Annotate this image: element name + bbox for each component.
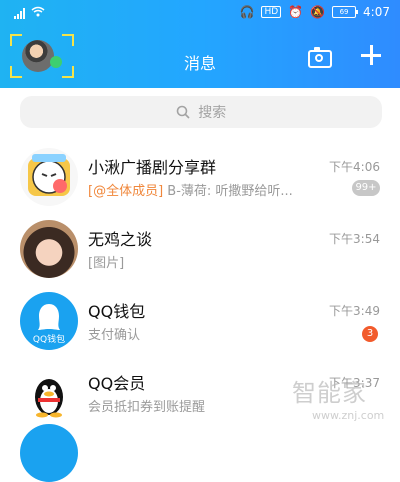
conversation-preview: 会员抵扣券到账提醒 xyxy=(88,400,206,415)
conversation-name: 小湫广播剧分享群 xyxy=(88,158,217,177)
page-title: 消息 xyxy=(183,54,216,73)
status-time: 4:07 xyxy=(363,5,390,19)
top-header: 🎧 HD ⏰ 🔕 69 4:07 消息 xyxy=(0,0,400,88)
conversation-name: QQ钱包 xyxy=(88,302,146,321)
preview-text: B-薄荷: 听撒野给听... xyxy=(163,184,293,199)
watermark-url: www.znj.com xyxy=(312,409,385,422)
search-placeholder: 搜索 xyxy=(198,105,227,121)
conversation-row-wallet[interactable]: QQ钱包 QQ钱包 下午3:49 支付确认 3 xyxy=(0,286,400,358)
contact-avatar xyxy=(20,220,78,278)
group-avatar xyxy=(20,148,78,206)
battery-icon: 69 xyxy=(332,6,359,18)
conversation-name: QQ会员 xyxy=(88,374,146,393)
unread-badge: 99+ xyxy=(352,180,380,196)
alarm-icon: ⏰ xyxy=(288,5,304,19)
mention-tag: [@全体成员] xyxy=(88,184,164,199)
search-icon xyxy=(176,105,190,119)
wallet-avatar: QQ钱包 xyxy=(20,292,78,350)
unread-badge: 3 xyxy=(362,326,378,342)
mute-icon: 🔕 xyxy=(310,5,326,19)
status-bar: 🎧 HD ⏰ 🔕 69 4:07 xyxy=(0,0,400,26)
wallet-avatar-label: QQ钱包 xyxy=(32,335,66,345)
conversation-name: 无鸡之谈 xyxy=(88,230,153,249)
conversation-row-group[interactable]: 小湫广播剧分享群 下午4:06 [@全体成员] B-薄荷: 听撒野给听... 9… xyxy=(0,142,400,214)
conversation-row-chat[interactable]: 无鸡之谈 下午3:54 [图片] xyxy=(0,214,400,286)
watermark: 智能家 www.znj.com xyxy=(292,373,396,429)
signal-icon xyxy=(14,7,25,19)
headphone-icon: 🎧 xyxy=(239,5,255,19)
conversation-preview: [图片] xyxy=(88,256,125,271)
qq-penguin-avatar xyxy=(20,364,78,422)
conversation-time: 下午3:49 xyxy=(329,304,380,318)
status-right: 🎧 HD ⏰ 🔕 69 4:07 xyxy=(239,5,390,19)
wifi-icon xyxy=(31,6,45,20)
conversation-preview: 支付确认 xyxy=(88,328,141,343)
plus-icon[interactable] xyxy=(361,45,381,65)
search-input[interactable]: 搜索 xyxy=(20,96,382,128)
hd-icon: HD xyxy=(261,6,282,18)
conversation-time: 下午3:54 xyxy=(329,232,380,246)
conversation-preview: [@全体成员] B-薄荷: 听撒野给听... xyxy=(88,180,293,199)
status-left xyxy=(14,6,45,20)
watermark-text: 智能家 xyxy=(292,379,367,407)
camera-icon[interactable] xyxy=(308,47,332,68)
conversation-time: 下午4:06 xyxy=(329,160,380,174)
